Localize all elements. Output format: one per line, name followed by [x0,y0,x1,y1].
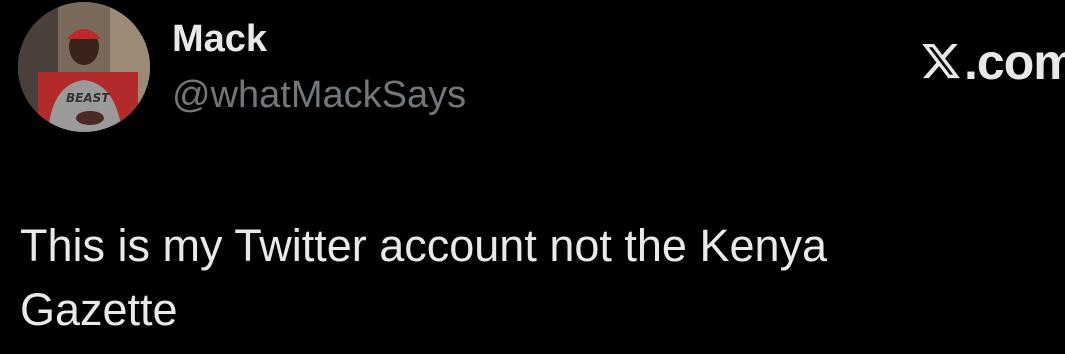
x-watermark: .com [918,32,1065,92]
avatar-photo: BEAST [18,2,150,132]
avatar[interactable]: BEAST [18,2,150,132]
tweet-text-line: Gazette [20,284,178,335]
x-logo-icon [922,43,960,79]
tweet-text-line: This is my Twitter account not the Kenya [20,220,828,271]
watermark-domain-text: .com [964,34,1065,90]
author-display-name[interactable]: Mack [172,16,267,62]
tweet-text: This is my Twitter account not the Kenya… [20,214,1020,342]
tweet-card: BEAST Mack @whatMackSays .com This is my… [0,0,1065,354]
avatar-shirt-text: BEAST [66,91,110,105]
author-handle[interactable]: @whatMackSays [172,72,466,118]
